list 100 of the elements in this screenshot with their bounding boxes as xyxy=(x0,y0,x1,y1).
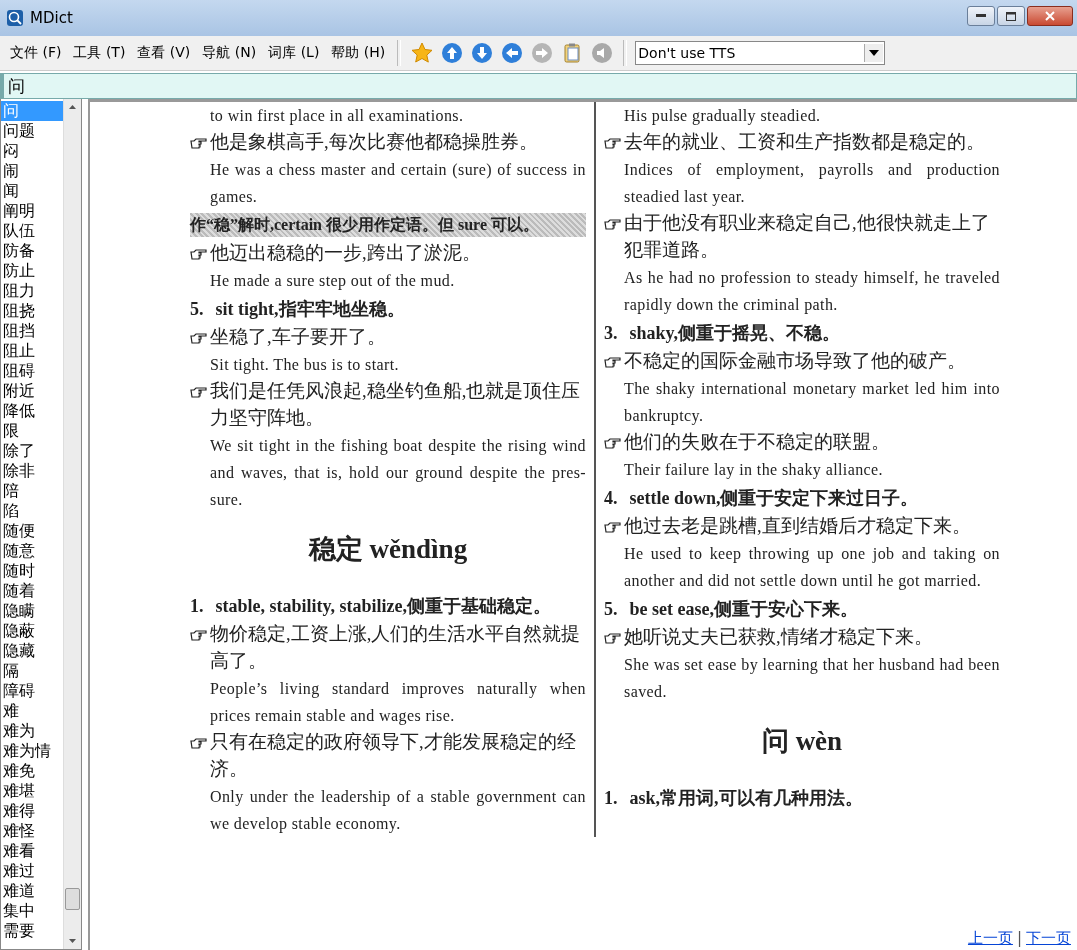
scrollbar[interactable] xyxy=(63,99,81,949)
word-list-item[interactable]: 隐蔽 xyxy=(1,621,63,641)
english-translation: As he had no profession to steady himself, he traveled rapidly down the criminal path. xyxy=(624,268,1000,316)
word-list-item[interactable]: 难得 xyxy=(1,801,63,821)
word-list-item[interactable]: 阻力 xyxy=(1,281,63,301)
word-list-item[interactable]: 防止 xyxy=(1,261,63,281)
sense-number: 5. xyxy=(604,598,618,621)
chinese-example: 坐稳了,车子要开了。 xyxy=(210,326,387,349)
chinese-example: 去年的就业、工资和生产指数都是稳定的。 xyxy=(624,131,986,154)
chinese-example: 她听说丈夫已获救,情绪才稳定下来。 xyxy=(624,626,934,649)
word-list-item[interactable]: 难怪 xyxy=(1,821,63,841)
sense-number: 1. xyxy=(190,595,204,618)
minimize-button[interactable] xyxy=(967,6,995,26)
word-list-item[interactable]: 难过 xyxy=(1,861,63,881)
word-list-item[interactable]: 难道 xyxy=(1,881,63,901)
scrollbar-thumb[interactable] xyxy=(65,888,80,910)
headword: 稳定 wěndìng xyxy=(307,533,469,566)
sense-number: 5. xyxy=(190,298,204,321)
sense-number: 1. xyxy=(604,787,618,810)
menu-item[interactable]: 文件 (F) xyxy=(4,42,68,64)
pointing-hand-icon xyxy=(604,357,622,369)
previous-page-link[interactable]: 上一页 xyxy=(967,929,1013,948)
word-list-item[interactable]: 随着 xyxy=(1,581,63,601)
sense-heading: stable, stability, stabilize,侧重于基础稳定。 xyxy=(215,595,551,618)
english-translation: He was a chess master and certain (sure) of success in games. xyxy=(210,160,586,208)
chinese-example: 他迈出稳稳的一步,跨出了淤泥。 xyxy=(210,242,482,265)
word-list-item[interactable]: 随意 xyxy=(1,541,63,561)
word-list-item[interactable]: 难堪 xyxy=(1,781,63,801)
english-translation: His pulse gradually steadied. xyxy=(624,106,822,127)
word-list-item[interactable]: 闷 xyxy=(1,141,63,161)
word-list-item[interactable]: 附近 xyxy=(1,381,63,401)
english-translation: Their failure lay in the shaky alliance. xyxy=(624,460,884,481)
pointing-hand-icon xyxy=(604,522,622,534)
chinese-example: 我们是任凭风浪起,稳坐钓鱼船,也就是顶住压力坚守阵地。 xyxy=(210,380,582,430)
word-list-item[interactable]: 防备 xyxy=(1,241,63,261)
word-list-item[interactable]: 限 xyxy=(1,421,63,441)
chinese-example: 他们的失败在于不稳定的联盟。 xyxy=(624,431,891,454)
minimize-icon xyxy=(976,14,986,18)
sense-heading: sit tight,指牢牢地坐稳。 xyxy=(215,298,405,321)
word-list-item[interactable]: 问题 xyxy=(1,121,63,141)
menu-item[interactable]: 工具 (T) xyxy=(67,42,132,64)
english-translation: People’s living standard improves naturally when prices remain stable and wages rise. xyxy=(210,679,586,727)
usage-note: 作“稳”解时,certain 很少用作定语。但 sure 可以。 xyxy=(190,213,586,237)
headword: 问 wèn xyxy=(760,725,844,758)
english-translation: We sit tight in the fishing boat despite the rising wind and waves, that is, hold our ground despite the pres-sure. xyxy=(210,436,586,510)
close-button[interactable] xyxy=(1027,6,1073,26)
word-list-item[interactable]: 集中 xyxy=(1,901,63,921)
sense-heading: ask,常用词,可以有几种用法。 xyxy=(629,787,863,810)
chinese-example: 他过去老是跳槽,直到结婚后才稳定下来。 xyxy=(624,515,972,538)
word-list-item[interactable]: 阻止 xyxy=(1,341,63,361)
pointing-hand-icon xyxy=(604,633,622,645)
sense-number: 3. xyxy=(604,322,618,345)
word-list-item[interactable]: 随时 xyxy=(1,561,63,581)
word-list-item[interactable]: 隐瞒 xyxy=(1,601,63,621)
window-title: MDict xyxy=(30,9,73,27)
word-list-item[interactable]: 难免 xyxy=(1,761,63,781)
english-translation: Only under the leadership of a stable government can we develop stable economy. xyxy=(210,787,586,835)
english-translation: He made a sure step out of the mud. xyxy=(210,271,456,292)
word-list-item[interactable]: 阻挠 xyxy=(1,301,63,321)
sense-heading: be set ease,侧重于安心下来。 xyxy=(629,598,858,621)
menu-item[interactable]: 查看 (V) xyxy=(131,42,197,64)
word-list-item[interactable]: 难 xyxy=(1,701,63,721)
word-list-item[interactable]: 难为 xyxy=(1,721,63,741)
tts-dropdown[interactable]: Don't use TTS xyxy=(635,41,886,65)
word-list-item[interactable]: 阐明 xyxy=(1,201,63,221)
word-list-item[interactable]: 降低 xyxy=(1,401,63,421)
menu-item[interactable]: 词库 (L) xyxy=(262,42,326,64)
word-list-item[interactable]: 除了 xyxy=(1,441,63,461)
word-list-item[interactable]: 陪 xyxy=(1,481,63,501)
pointing-hand-icon xyxy=(190,738,208,750)
word-list-item[interactable]: 闹 xyxy=(1,161,63,181)
pointing-hand-icon xyxy=(190,630,208,642)
english-translation: She was set ease by learning that her husband had been saved. xyxy=(624,655,1000,702)
maximize-button[interactable] xyxy=(997,6,1025,26)
word-list-item[interactable]: 阻碍 xyxy=(1,361,63,381)
word-list-item[interactable]: 闻 xyxy=(1,181,63,201)
menu-item[interactable]: 导航 (N) xyxy=(196,42,263,64)
english-translation: Indices of employment, payrolls and production steadied last year. xyxy=(624,160,1000,208)
word-list-item[interactable]: 除非 xyxy=(1,461,63,481)
word-list-item[interactable]: 隔 xyxy=(1,661,63,681)
pointing-hand-icon xyxy=(190,387,208,399)
menu-item[interactable]: 帮助 (H) xyxy=(325,42,392,64)
search-field[interactable]: 问 xyxy=(0,73,1077,99)
word-list-item[interactable]: 隐藏 xyxy=(1,641,63,661)
word-list-item[interactable]: 随便 xyxy=(1,521,63,541)
word-list-item[interactable]: 陷 xyxy=(1,501,63,521)
link-separator: | xyxy=(1016,929,1022,948)
word-list-item[interactable]: 难为情 xyxy=(1,741,63,761)
pointing-hand-icon xyxy=(190,249,208,261)
word-list-item[interactable]: 阻挡 xyxy=(1,321,63,341)
word-list-item[interactable]: 需要 xyxy=(1,921,63,941)
word-list-item[interactable]: 队伍 xyxy=(1,221,63,241)
sense-heading: shaky,侧重于摇晃、不稳。 xyxy=(629,322,841,345)
chinese-example: 他是象棋高手,每次比赛他都稳操胜券。 xyxy=(210,131,539,154)
word-list-item[interactable]: 难看 xyxy=(1,841,63,861)
app-icon xyxy=(6,9,24,27)
chinese-example: 不稳定的国际金融市场导致了他的破产。 xyxy=(624,350,967,373)
next-page-link[interactable]: 下一页 xyxy=(1026,929,1071,948)
word-list-item[interactable]: 障碍 xyxy=(1,681,63,701)
chinese-example: 物价稳定,工资上涨,人们的生活水平自然就提高了。 xyxy=(210,623,582,673)
